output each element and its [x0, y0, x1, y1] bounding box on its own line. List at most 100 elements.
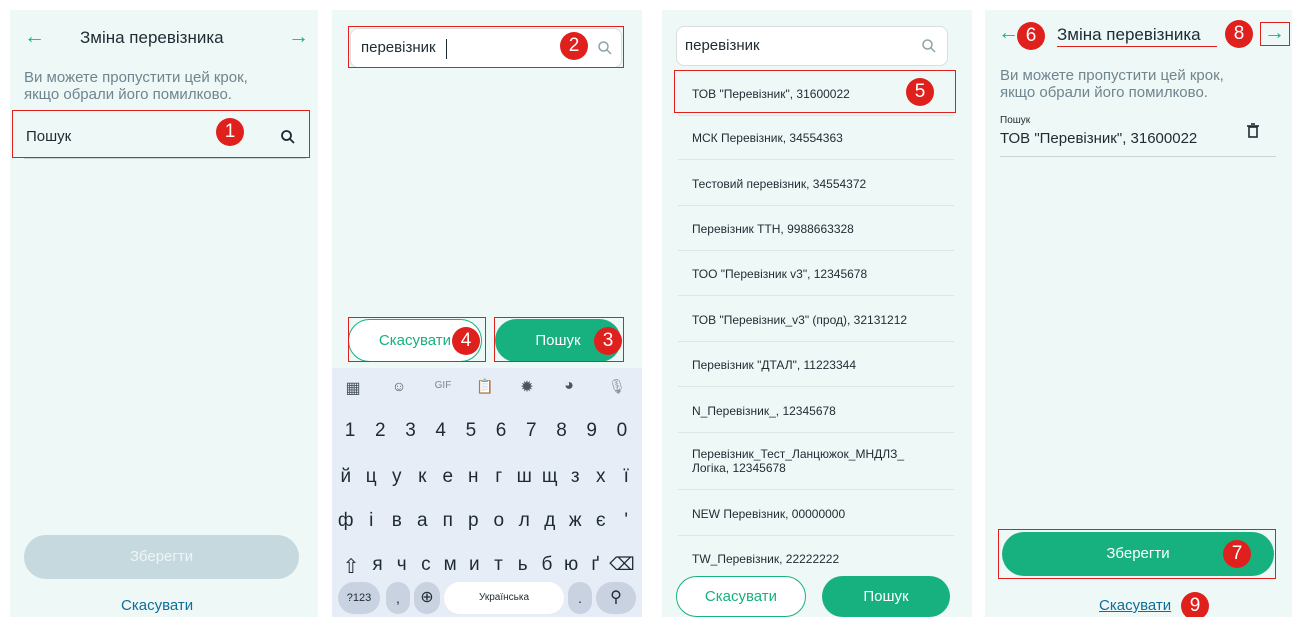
forward-arrow-icon[interactable]: → [288, 26, 309, 48]
letter-key[interactable]: и [463, 554, 486, 576]
annotation-badge-2: 2 [560, 32, 588, 60]
result-list-item[interactable]: МСК Перевізник, 34554363 [678, 116, 954, 160]
result-item-label: Перевізник_Тест_Ланцюжок_МНДЛЗ_ [692, 447, 905, 461]
letter-key[interactable]: м [439, 554, 462, 576]
result-item-label: ТОО "Перевізник v3", 12345678 [692, 267, 868, 281]
annotation-badge-7: 7 [1223, 540, 1251, 568]
letter-key[interactable]: р [462, 510, 486, 532]
search-input[interactable]: перевізник [685, 37, 760, 54]
result-list-item[interactable]: NEW Перевізник, 00000000 [678, 492, 954, 536]
panel-search-keyboard: перевізник 2 Скасувати 4 Пошук 3 ▦ ☺ GIF… [332, 10, 642, 617]
mode-switch-key[interactable]: ?123 [338, 582, 380, 614]
result-item-label-line2: Логіка, 12345678 [692, 461, 786, 475]
letter-key[interactable]: д [538, 510, 562, 532]
letter-key[interactable]: у [385, 466, 409, 488]
letter-key[interactable]: с [414, 554, 437, 576]
back-arrow-icon[interactable]: ← [998, 22, 1019, 44]
letter-key[interactable]: л [513, 510, 537, 532]
letter-key[interactable]: н [462, 466, 486, 488]
letter-key[interactable]: а [411, 510, 435, 532]
number-key[interactable]: 6 [487, 420, 515, 442]
letter-key[interactable]: ґ [584, 554, 607, 576]
mic-icon[interactable]: 🎙 [606, 378, 628, 395]
search-key-icon[interactable]: ⚲ [596, 582, 636, 614]
clipboard-icon[interactable]: 📋 [474, 378, 496, 395]
number-key[interactable]: 2 [366, 420, 394, 442]
letter-key[interactable]: й [334, 466, 358, 488]
number-key[interactable]: 7 [517, 420, 545, 442]
selected-carrier-value: ТОВ "Перевізник", 31600022 [1000, 130, 1198, 147]
letter-key[interactable]: г [487, 466, 511, 488]
letter-key[interactable]: б [535, 554, 558, 576]
annotation-box-1 [12, 110, 310, 158]
result-item-label: N_Перевізник_, 12345678 [692, 404, 836, 418]
letter-key[interactable]: є [589, 510, 613, 532]
cancel-link[interactable]: Скасувати [121, 597, 193, 614]
result-list-item[interactable]: Перевізник ТТН, 9988663328 [678, 207, 954, 251]
letter-key[interactable]: ж [564, 510, 588, 532]
letter-key[interactable]: ф [334, 510, 358, 532]
letter-key[interactable]: щ [538, 466, 562, 488]
letter-key[interactable]: ц [360, 466, 384, 488]
comma-key[interactable]: , [386, 582, 410, 614]
annotation-badge-3: 3 [594, 327, 622, 355]
shift-key[interactable]: ⇧ [338, 554, 364, 579]
letter-key[interactable]: ч [390, 554, 413, 576]
letter-key[interactable]: з [564, 466, 588, 488]
period-key[interactable]: . [568, 582, 592, 614]
letter-key[interactable]: е [436, 466, 460, 488]
annotation-badge-8: 8 [1225, 20, 1253, 48]
gif-icon[interactable]: GIF [430, 380, 456, 391]
apps-icon[interactable]: ▦ [342, 378, 364, 398]
result-item-label: МСК Перевізник, 34554363 [692, 131, 843, 145]
panel-selected: ← Зміна перевізника 6 → 8 Ви можете проп… [985, 10, 1292, 617]
result-list-item[interactable]: N_Перевізник_, 12345678 [678, 389, 954, 433]
result-item-label: Тестовий перевізник, 34554372 [692, 177, 867, 191]
letter-key[interactable]: ' [615, 510, 639, 532]
settings-icon[interactable]: ✹ [516, 377, 538, 397]
number-key[interactable]: 8 [547, 420, 575, 442]
result-list-item[interactable]: ТОО "Перевізник v3", 12345678 [678, 252, 954, 296]
letter-key[interactable]: к [411, 466, 435, 488]
number-key[interactable]: 5 [457, 420, 485, 442]
search-button[interactable]: Пошук [822, 576, 950, 617]
cancel-link[interactable]: Скасувати [1099, 597, 1171, 614]
result-list-item[interactable]: Перевізник_Тест_Ланцюжок_МНДЛЗ_ Логіка, 1… [678, 435, 954, 490]
backspace-key[interactable]: ⌫ [608, 554, 636, 575]
sticker-icon[interactable]: ☺ [388, 378, 410, 394]
palette-icon[interactable]: ◕ [558, 377, 580, 395]
keyboard-number-row: 1234567890 [332, 418, 642, 448]
number-key[interactable]: 0 [608, 420, 636, 442]
number-key[interactable]: 3 [396, 420, 424, 442]
letter-key[interactable]: о [487, 510, 511, 532]
trash-icon[interactable] [1246, 123, 1260, 139]
letter-key[interactable]: т [487, 554, 510, 576]
number-key[interactable]: 9 [578, 420, 606, 442]
letter-key[interactable]: я [366, 554, 389, 576]
number-key[interactable]: 1 [336, 420, 364, 442]
annotation-badge-4: 4 [452, 327, 480, 355]
result-list-item[interactable]: Перевізник "ДТАЛ", 11223344 [678, 343, 954, 387]
search-icon[interactable] [921, 38, 937, 54]
back-arrow-icon[interactable]: ← [24, 26, 45, 48]
letter-key[interactable]: п [436, 510, 460, 532]
space-key[interactable]: Українська [444, 582, 564, 614]
result-list-item[interactable]: Тестовий перевізник, 34554372 [678, 162, 954, 206]
letter-key[interactable]: і [360, 510, 384, 532]
letter-key[interactable]: х [589, 466, 613, 488]
globe-icon[interactable]: ⊕ [414, 582, 440, 614]
result-list-item[interactable]: ТОВ "Перевізник_v3" (прод), 32131212 [678, 298, 954, 342]
cancel-button[interactable]: Скасувати [676, 576, 806, 617]
hint-text: Ви можете пропустити цей крок, якщо обра… [1000, 67, 1224, 101]
letter-key[interactable]: ю [560, 554, 583, 576]
page-title: Зміна перевізника [80, 28, 224, 47]
letter-key[interactable]: в [385, 510, 409, 532]
annotation-badge-6: 6 [1017, 22, 1045, 50]
save-button-disabled[interactable]: Зберегти [24, 535, 299, 579]
letter-key[interactable]: ш [513, 466, 537, 488]
letter-key[interactable]: ї [615, 466, 639, 488]
search-box[interactable]: перевізник [676, 26, 948, 66]
letter-key[interactable]: ь [511, 554, 534, 576]
number-key[interactable]: 4 [427, 420, 455, 442]
result-list-item[interactable]: TW_Перевізник, 22222222 [678, 537, 954, 581]
